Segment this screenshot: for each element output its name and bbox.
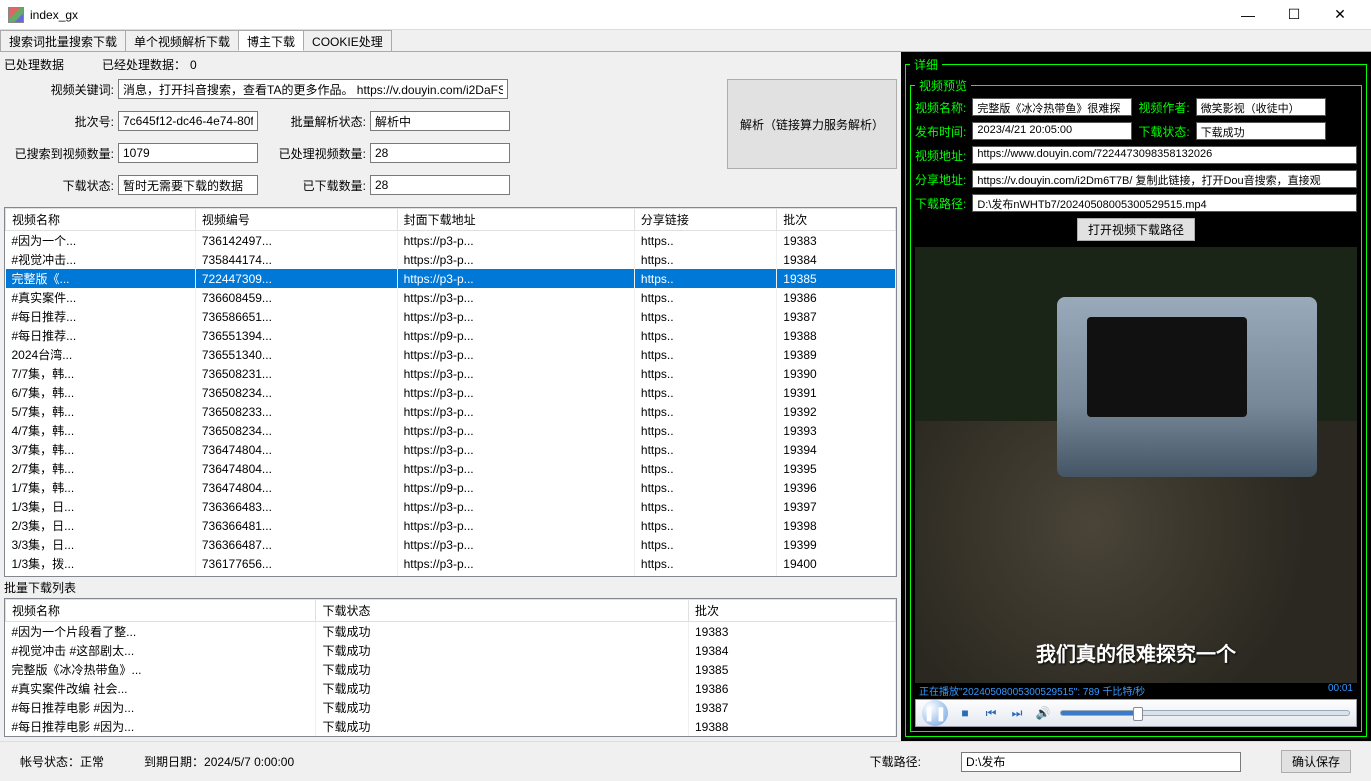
dl-count-input[interactable] — [370, 175, 510, 195]
table-row[interactable]: #因为一个片段看了整...下载成功19383 — [6, 622, 896, 642]
download-list-table[interactable]: 视频名称下载状态批次#因为一个片段看了整...下载成功19383#视觉冲击 #这… — [4, 598, 897, 737]
minimize-button[interactable]: — — [1225, 0, 1271, 30]
detail-path-label: 下载路径: — [915, 195, 966, 212]
processed-video-label: 已处理视频数量: — [276, 145, 366, 162]
preview-panel: 视频预览 视频名称: 完整版《冰冷热带鱼》很难探 视频作者: 微笑影视（收徒中）… — [910, 77, 1362, 732]
detail-panel: 详细 视频预览 视频名称: 完整版《冰冷热带鱼》很难探 视频作者: 微笑影视（收… — [905, 56, 1367, 737]
detail-addr-label: 视频地址: — [915, 147, 966, 164]
footer: 帐号状态：正常 到期日期：2024/5/7 0:00:00 下载路径: 确认保存 — [0, 741, 1371, 781]
processed-count: 0 — [190, 58, 197, 72]
playback-info: 正在播放"20240508005300529515": 789 千比特/秒 — [919, 683, 1145, 699]
playback-time: 00:01 — [1328, 683, 1353, 699]
parse-status-input[interactable] — [370, 111, 510, 131]
detail-publish: 2023/4/21 20:05:00 — [972, 122, 1132, 140]
table-row[interactable]: #因为一个...736142497...https://p3-p...https… — [6, 231, 896, 251]
preview-legend: 视频预览 — [915, 77, 971, 94]
detail-share: https://v.douyin.com/i2Dm6T7B/ 复制此链接，打开D… — [972, 170, 1357, 188]
processed-label: 已处理数据 — [4, 56, 64, 73]
stop-button[interactable]: ■ — [956, 704, 974, 722]
expire-date: 2024/5/7 0:00:00 — [204, 755, 294, 769]
table-row[interactable]: 完整版《...722447309...https://p3-p...https.… — [6, 269, 896, 288]
searched-input[interactable] — [118, 143, 258, 163]
acct-status: 正常 — [80, 755, 104, 769]
detail-author-label: 视频作者: — [1138, 99, 1189, 116]
close-button[interactable]: ✕ — [1317, 0, 1363, 30]
media-controls: ❚❚ ■ ⏮ ⏭ 🔊 — [915, 699, 1357, 727]
footer-dlpath-label: 下载路径: — [870, 753, 921, 770]
tab-3[interactable]: COOKIE处理 — [303, 30, 392, 51]
expire-label: 到期日期： — [144, 755, 204, 769]
table-row[interactable]: 3/7集，韩...736474804...https://p3-p...http… — [6, 440, 896, 459]
tab-1[interactable]: 单个视频解析下载 — [125, 30, 239, 51]
keyword-label: 视频关键词: — [4, 81, 114, 98]
parse-button[interactable]: 解析（链接算力服务解析） — [727, 79, 897, 169]
dl-status-input[interactable] — [118, 175, 258, 195]
seek-slider[interactable] — [1060, 710, 1350, 716]
next-button[interactable]: ⏭ — [1008, 704, 1026, 722]
table-row[interactable]: #视觉冲击...735844174...https://p3-p...https… — [6, 250, 896, 269]
detail-dlstatus-label: 下载状态: — [1138, 123, 1189, 140]
processed-video-input[interactable] — [370, 143, 510, 163]
volume-button[interactable]: 🔊 — [1034, 704, 1052, 722]
batch-label: 批次号: — [4, 113, 114, 130]
table-row[interactable]: 2/7集，韩...736474804...https://p3-p...http… — [6, 459, 896, 478]
open-path-button[interactable]: 打开视频下载路径 — [1077, 218, 1195, 241]
table-row[interactable]: #真实案件...736608459...https://p3-p...https… — [6, 288, 896, 307]
play-pause-button[interactable]: ❚❚ — [922, 700, 948, 726]
detail-dlstatus: 下载成功 — [1196, 122, 1326, 140]
detail-path: D:\发布nWHTb7/20240508005300529515.mp4 — [972, 194, 1357, 212]
detail-share-label: 分享地址: — [915, 171, 966, 188]
detail-name-label: 视频名称: — [915, 99, 966, 116]
table-row[interactable]: 完整版《冰冷热带鱼》...下载成功19385 — [6, 660, 896, 679]
table-row[interactable]: 1/7集，韩...736474804...https://p9-p...http… — [6, 478, 896, 497]
titlebar: index_gx — ☐ ✕ — [0, 0, 1371, 30]
table-row[interactable]: #每日推荐...736586651...https://p3-p...https… — [6, 307, 896, 326]
table-row[interactable]: 1/3集，日...736366483...https://p3-p...http… — [6, 497, 896, 516]
table-row[interactable]: 2024台湾...736551340...https://p3-p...http… — [6, 345, 896, 364]
detail-addr: https://www.douyin.com/72244730983581320… — [972, 146, 1357, 164]
maximize-button[interactable]: ☐ — [1271, 0, 1317, 30]
detail-publish-label: 发布时间: — [915, 123, 966, 140]
video-table[interactable]: 视频名称视频编号封面下载地址分享链接批次#因为一个...736142497...… — [4, 207, 897, 577]
tabs: 搜索词批量搜索下载单个视频解析下载博主下载COOKIE处理 — [0, 30, 1371, 52]
table-row[interactable]: 6/7集，韩...736508234...https://p3-p...http… — [6, 383, 896, 402]
prev-button[interactable]: ⏮ — [982, 704, 1000, 722]
detail-author: 微笑影视（收徒中） — [1196, 98, 1326, 116]
searched-label: 已搜索到视频数量: — [4, 145, 114, 162]
table-row[interactable]: 2/3集，日...736366481...https://p3-p...http… — [6, 516, 896, 535]
table-row[interactable]: 5/7集，韩...736508233...https://p3-p...http… — [6, 402, 896, 421]
table-row[interactable]: #视觉冲击 #这部剧太...下载成功19384 — [6, 641, 896, 660]
keyword-input[interactable] — [118, 79, 508, 99]
table-row[interactable]: #每日推荐电影 #因为...下载成功19388 — [6, 717, 896, 736]
detail-legend: 详细 — [910, 56, 942, 73]
tab-0[interactable]: 搜索词批量搜索下载 — [0, 30, 126, 51]
table-row[interactable]: #每日推荐电影 #因为...下载成功19387 — [6, 698, 896, 717]
detail-name: 完整版《冰冷热带鱼》很难探 — [972, 98, 1132, 116]
dl-status-label: 下载状态: — [4, 177, 114, 194]
table-row[interactable]: #每日推荐...736551394...https://p9-p...https… — [6, 326, 896, 345]
table-row[interactable]: 7/7集，韩...736508231...https://p3-p...http… — [6, 364, 896, 383]
table-row[interactable]: 1/3集，拨...736177656...https://p3-p...http… — [6, 554, 896, 573]
tab-2[interactable]: 博主下载 — [238, 30, 304, 51]
window-title: index_gx — [30, 8, 1225, 22]
app-icon — [8, 7, 24, 23]
acct-label: 帐号状态： — [20, 755, 80, 769]
parse-status-label: 批量解析状态: — [276, 113, 366, 130]
processed-count-label: 已经处理数据： — [102, 56, 186, 73]
batch-list-label: 批量下载列表 — [4, 577, 897, 598]
table-row[interactable]: 3/3集，日...736366487...https://p3-p...http… — [6, 535, 896, 554]
video-preview[interactable]: 我们真的很难探究一个 — [915, 247, 1357, 683]
table-row[interactable]: 4/7集，韩...736508234...https://p3-p...http… — [6, 421, 896, 440]
footer-dlpath-input[interactable] — [961, 752, 1241, 772]
dl-count-label: 已下载数量: — [276, 177, 366, 194]
table-row[interactable]: #真实案件改编 社会...下载成功19386 — [6, 679, 896, 698]
batch-input[interactable] — [118, 111, 258, 131]
save-button[interactable]: 确认保存 — [1281, 750, 1351, 773]
video-subtitle: 我们真的很难探究一个 — [915, 638, 1357, 667]
